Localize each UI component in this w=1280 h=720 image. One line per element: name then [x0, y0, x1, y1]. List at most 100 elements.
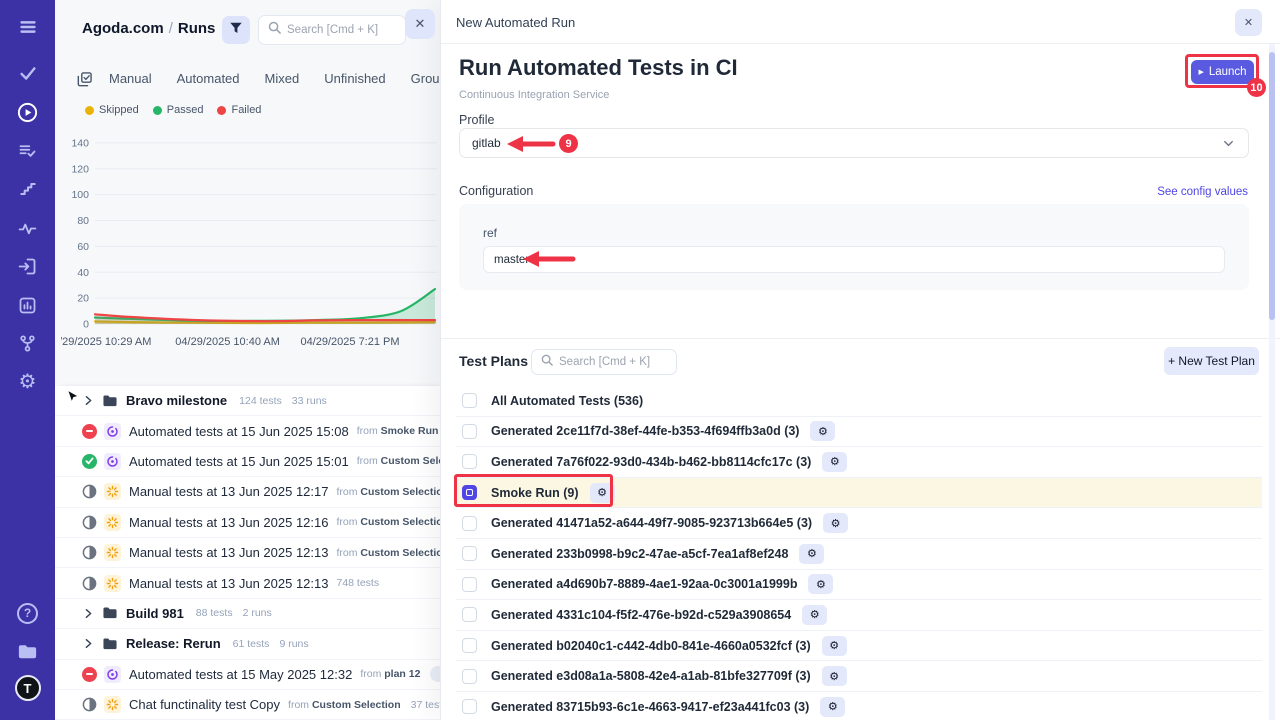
- folder-library-icon[interactable]: [0, 638, 55, 664]
- runs-panel: Agoda.com/Runs ✕ ManualAutomatedMixedUnf…: [55, 0, 440, 720]
- panel-close-button[interactable]: ✕: [405, 9, 435, 39]
- checkbox[interactable]: [462, 699, 477, 714]
- run-row[interactable]: Manual tests at 13 Jun 2025 12:13 748 te…: [55, 568, 440, 598]
- run-row[interactable]: Manual tests at 13 Jun 2025 12:13 from C…: [55, 538, 440, 568]
- avatar[interactable]: T: [0, 675, 55, 701]
- run-title: Manual tests at 13 Jun 2025 12:13: [129, 545, 328, 560]
- test-plan-label: Smoke Run (9): [491, 486, 579, 500]
- gear-icon[interactable]: ⚙: [799, 544, 824, 564]
- run-title: Automated tests at 15 Jun 2025 15:08: [129, 424, 349, 439]
- branch-icon[interactable]: [0, 330, 55, 356]
- run-row[interactable]: Manual tests at 13 Jun 2025 12:17 from C…: [55, 477, 440, 507]
- drawer-header: New Automated Run ✕: [441, 0, 1280, 44]
- test-plan-row[interactable]: Smoke Run (9) ⚙: [456, 478, 1262, 509]
- checkbox[interactable]: [462, 485, 477, 500]
- test-plan-row[interactable]: Generated 83715b93-6c1e-4663-9417-ef23a4…: [456, 692, 1262, 720]
- gear-icon[interactable]: ⚙: [823, 513, 848, 533]
- drawer-close-button[interactable]: ✕: [1235, 9, 1262, 36]
- gear-icon[interactable]: ⚙: [0, 369, 55, 395]
- status-in-progress-icon: [82, 697, 97, 712]
- run-row[interactable]: Automated tests at 15 Jun 2025 15:08 fro…: [55, 416, 440, 446]
- run-meta: 37 tests: [411, 699, 440, 711]
- chevron-right-icon[interactable]: [82, 607, 95, 620]
- run-row[interactable]: Manual tests at 13 Jun 2025 12:16 from C…: [55, 508, 440, 538]
- see-config-values-link[interactable]: See config values: [1157, 186, 1248, 198]
- run-folder-row[interactable]: Build 981 88 tests2 runs: [55, 599, 440, 629]
- list-check-icon[interactable]: [0, 138, 55, 164]
- new-test-plan-button[interactable]: + New Test Plan: [1164, 347, 1259, 375]
- pulse-icon[interactable]: [0, 215, 55, 241]
- tab-automated[interactable]: Automated: [177, 71, 240, 86]
- manual-run-icon: [104, 696, 121, 713]
- bar-chart-icon[interactable]: [0, 292, 55, 318]
- legend-dot: [217, 106, 226, 115]
- scrollbar-thumb[interactable]: [1269, 52, 1275, 320]
- configuration-label: Configuration: [459, 184, 533, 198]
- filter-button[interactable]: [222, 16, 250, 44]
- checkbox[interactable]: [462, 607, 477, 622]
- steps-icon[interactable]: [0, 176, 55, 202]
- play-circle-icon[interactable]: [0, 99, 55, 125]
- test-plan-row[interactable]: Generated 7a76f022-93d0-434b-b462-bb8114…: [456, 447, 1262, 478]
- test-plan-row[interactable]: Generated e3d08a1a-5808-42e4-a1ab-81bfe3…: [456, 661, 1262, 692]
- chevron-right-icon[interactable]: [82, 637, 95, 650]
- profile-label: Profile: [459, 113, 494, 127]
- folder-meta: 2 runs: [243, 607, 272, 619]
- folder-icon: [102, 636, 118, 652]
- test-plan-row[interactable]: Generated a4d690b7-8889-4ae1-92aa-0c3001…: [456, 570, 1262, 601]
- run-source: from Custom Selection: [288, 699, 401, 711]
- test-plan-label: Generated 83715b93-6c1e-4663-9417-ef23a4…: [491, 700, 809, 714]
- run-row[interactable]: Chat functinality test Copy from Custom …: [55, 690, 440, 720]
- gear-icon[interactable]: ⚙: [590, 483, 615, 503]
- import-icon[interactable]: [0, 253, 55, 279]
- search-icon: [268, 21, 281, 39]
- test-plan-row[interactable]: Generated 41471a52-a644-49f7-9085-923713…: [456, 508, 1262, 539]
- checkbox[interactable]: [462, 424, 477, 439]
- gear-icon[interactable]: ⚙: [820, 697, 845, 717]
- test-plan-row[interactable]: Generated 233b0998-b9c2-47ae-a5cf-7ea1af…: [456, 539, 1262, 570]
- run-folder-row[interactable]: Release: Rerun 61 tests9 runs: [55, 629, 440, 659]
- svg-text:/29/2025 10:29 AM: /29/2025 10:29 AM: [61, 336, 151, 348]
- chevron-right-icon[interactable]: [82, 394, 95, 407]
- tab-mixed[interactable]: Mixed: [265, 71, 300, 86]
- ref-input[interactable]: [483, 246, 1225, 273]
- test-plan-row[interactable]: Generated 4331c104-f5f2-476e-b92d-c529a3…: [456, 600, 1262, 631]
- test-plan-row[interactable]: All Automated Tests (536): [456, 386, 1262, 417]
- run-folder-row[interactable]: Bravo milestone 124 tests33 runs: [55, 386, 440, 416]
- run-source: from Custom Selection: [336, 547, 440, 559]
- gear-icon[interactable]: ⚙: [822, 636, 847, 656]
- check-icon[interactable]: [0, 60, 55, 86]
- search-input[interactable]: [287, 24, 396, 36]
- new-automated-run-drawer: New Automated Run ✕ Run Automated Tests …: [440, 0, 1280, 720]
- gear-icon[interactable]: ⚙: [802, 605, 827, 625]
- breadcrumb-project[interactable]: Agoda.com: [82, 20, 164, 37]
- test-plan-label: Generated 4331c104-f5f2-476e-b92d-c529a3…: [491, 608, 791, 622]
- gear-icon[interactable]: ⚙: [822, 452, 847, 472]
- checkbox[interactable]: [462, 454, 477, 469]
- gear-icon[interactable]: ⚙: [808, 574, 833, 594]
- test-plan-label: All Automated Tests (536): [491, 394, 643, 408]
- tab-unfinished[interactable]: Unfinished: [324, 71, 385, 86]
- checkbox[interactable]: [462, 546, 477, 561]
- checkbox[interactable]: [462, 669, 477, 684]
- test-badge[interactable]: ⚙test: [430, 666, 440, 682]
- checkbox[interactable]: [462, 577, 477, 592]
- select-all-icon[interactable]: [76, 71, 93, 88]
- checkbox[interactable]: [462, 393, 477, 408]
- checkbox[interactable]: [462, 638, 477, 653]
- checkbox[interactable]: [462, 516, 477, 531]
- test-plan-row[interactable]: Generated 2ce11f7d-38ef-44fe-b353-4f694f…: [456, 417, 1262, 448]
- status-in-progress-icon: [82, 545, 97, 560]
- tab-manual[interactable]: Manual: [109, 71, 152, 86]
- help-icon[interactable]: ?: [0, 600, 55, 626]
- test-plan-row[interactable]: Generated b02040c1-c442-4db0-841e-4660a0…: [456, 631, 1262, 662]
- folder-name: Build 981: [126, 606, 184, 621]
- menu-icon[interactable]: [0, 14, 55, 40]
- launch-button[interactable]: ▶ Launch: [1191, 60, 1254, 84]
- gear-icon[interactable]: ⚙: [810, 421, 835, 441]
- run-row[interactable]: Automated tests at 15 May 2025 12:32 fro…: [55, 660, 440, 690]
- gear-icon[interactable]: ⚙: [822, 666, 847, 686]
- run-source: from Smoke Run: [357, 425, 439, 437]
- run-row[interactable]: Automated tests at 15 Jun 2025 15:01 fro…: [55, 447, 440, 477]
- search-input[interactable]: [559, 356, 667, 368]
